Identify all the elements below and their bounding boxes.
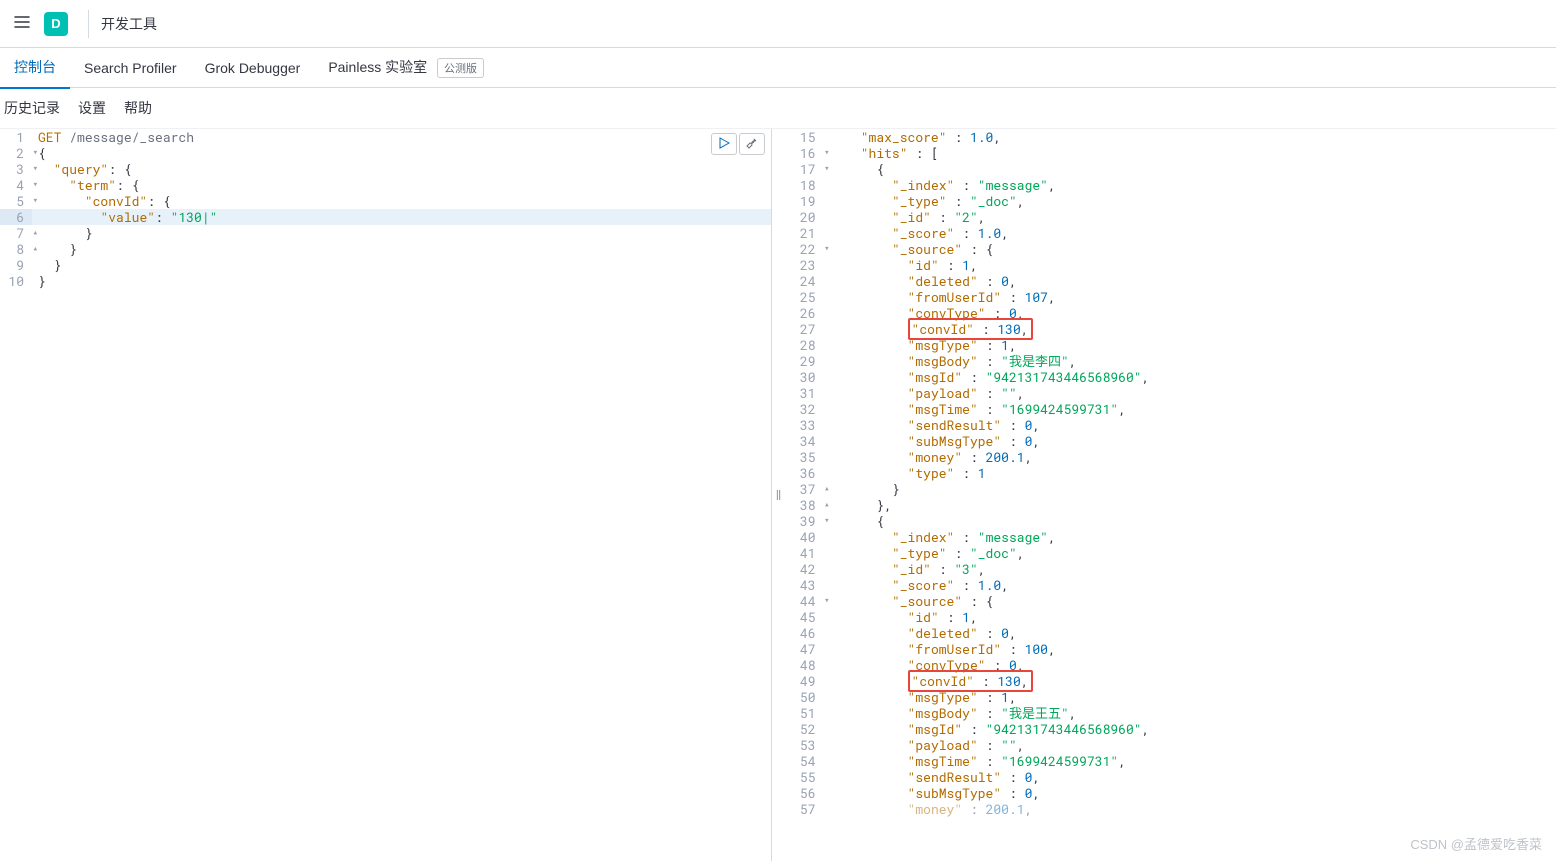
editor-line[interactable]: 2▾{ xyxy=(0,145,771,161)
editor-line[interactable]: 5▾ "convId": { xyxy=(0,193,771,209)
beta-badge: 公测版 xyxy=(437,58,484,78)
response-line: 38▴ }, xyxy=(786,497,1556,513)
response-line: 19 "_type" : "_doc", xyxy=(786,193,1556,209)
response-line: 22▾ "_source" : { xyxy=(786,241,1556,257)
response-line: 49 "convId" : 130, xyxy=(786,673,1556,689)
response-line: 40 "_index" : "message", xyxy=(786,529,1556,545)
editor-line[interactable]: 1GET /message/_search xyxy=(0,129,771,145)
response-line: 35 "money" : 200.1, xyxy=(786,449,1556,465)
response-line: 24 "deleted" : 0, xyxy=(786,273,1556,289)
toolbar-history[interactable]: 历史记录 xyxy=(4,98,60,118)
response-viewer[interactable]: 15 "max_score" : 1.0,16▾ "hits" : [17▾ {… xyxy=(786,129,1556,861)
request-actions xyxy=(711,133,765,155)
response-line: 33 "sendResult" : 0, xyxy=(786,417,1556,433)
response-line: 23 "id" : 1, xyxy=(786,257,1556,273)
response-line: 31 "payload" : "", xyxy=(786,385,1556,401)
tab-painless-lab[interactable]: Painless 实验室 公测版 xyxy=(314,47,498,88)
response-line: 37▴ } xyxy=(786,481,1556,497)
response-line: 48 "convType" : 0, xyxy=(786,657,1556,673)
wrench-icon[interactable] xyxy=(739,133,765,155)
tab-console[interactable]: 控制台 xyxy=(0,47,70,89)
toolbar-settings[interactable]: 设置 xyxy=(78,98,106,118)
editor-line[interactable]: 4▾ "term": { xyxy=(0,177,771,193)
tab-search-profiler[interactable]: Search Profiler xyxy=(70,50,191,86)
app-badge: D xyxy=(44,12,68,36)
response-line: 28 "msgType" : 1, xyxy=(786,337,1556,353)
response-line: 41 "_type" : "_doc", xyxy=(786,545,1556,561)
response-line: 20 "_id" : "2", xyxy=(786,209,1556,225)
response-line: 42 "_id" : "3", xyxy=(786,561,1556,577)
response-line: 29 "msgBody" : "我是李四", xyxy=(786,353,1556,369)
response-line: 27 "convId" : 130, xyxy=(786,321,1556,337)
split-panes: 1GET /message/_search2▾{3▾ "query": {4▾ … xyxy=(0,128,1556,861)
nav-tabs: 控制台 Search Profiler Grok Debugger Painle… xyxy=(0,48,1556,88)
editor-line[interactable]: 10} xyxy=(0,273,771,289)
response-line: 30 "msgId" : "942131743446568960", xyxy=(786,369,1556,385)
response-line: 53 "payload" : "", xyxy=(786,737,1556,753)
response-line: 39▾ { xyxy=(786,513,1556,529)
editor-line[interactable]: 3▾ "query": { xyxy=(0,161,771,177)
response-line: 15 "max_score" : 1.0, xyxy=(786,129,1556,145)
editor-line[interactable]: 9 } xyxy=(0,257,771,273)
divider xyxy=(88,10,89,38)
app-title: 开发工具 xyxy=(101,14,157,34)
app-header: D 开发工具 xyxy=(0,0,1556,48)
response-line: 55 "sendResult" : 0, xyxy=(786,769,1556,785)
response-line: 36 "type" : 1 xyxy=(786,465,1556,481)
console-toolbar: 历史记录 设置 帮助 xyxy=(0,88,1556,128)
request-editor[interactable]: 1GET /message/_search2▾{3▾ "query": {4▾ … xyxy=(0,129,772,861)
response-line: 45 "id" : 1, xyxy=(786,609,1556,625)
response-line: 18 "_index" : "message", xyxy=(786,177,1556,193)
response-line: 47 "fromUserId" : 100, xyxy=(786,641,1556,657)
response-line: 51 "msgBody" : "我是王五", xyxy=(786,705,1556,721)
response-line: 52 "msgId" : "942131743446568960", xyxy=(786,721,1556,737)
response-line: 44▾ "_source" : { xyxy=(786,593,1556,609)
response-line: 50 "msgType" : 1, xyxy=(786,689,1556,705)
response-line: 34 "subMsgType" : 0, xyxy=(786,433,1556,449)
response-line: 32 "msgTime" : "1699424599731", xyxy=(786,401,1556,417)
toolbar-help[interactable]: 帮助 xyxy=(124,98,152,118)
response-line: 21 "_score" : 1.0, xyxy=(786,225,1556,241)
response-line: 17▾ { xyxy=(786,161,1556,177)
response-line: 57 "money" : 200.1, xyxy=(786,801,1556,817)
response-line: 46 "deleted" : 0, xyxy=(786,625,1556,641)
response-line: 43 "_score" : 1.0, xyxy=(786,577,1556,593)
response-line: 26 "convType" : 0, xyxy=(786,305,1556,321)
tab-grok-debugger[interactable]: Grok Debugger xyxy=(191,50,315,86)
editor-line[interactable]: 6 "value": "130|" xyxy=(0,209,771,225)
response-line: 56 "subMsgType" : 0, xyxy=(786,785,1556,801)
editor-line[interactable]: 8▴ } xyxy=(0,241,771,257)
run-button[interactable] xyxy=(711,133,737,155)
response-line: 54 "msgTime" : "1699424599731", xyxy=(786,753,1556,769)
editor-line[interactable]: 7▴ } xyxy=(0,225,771,241)
pane-resizer[interactable]: ‖ xyxy=(772,129,786,861)
response-line: 25 "fromUserId" : 107, xyxy=(786,289,1556,305)
tab-painless-label: Painless 实验室 xyxy=(328,59,427,75)
menu-icon[interactable] xyxy=(8,8,36,39)
response-line: 16▾ "hits" : [ xyxy=(786,145,1556,161)
